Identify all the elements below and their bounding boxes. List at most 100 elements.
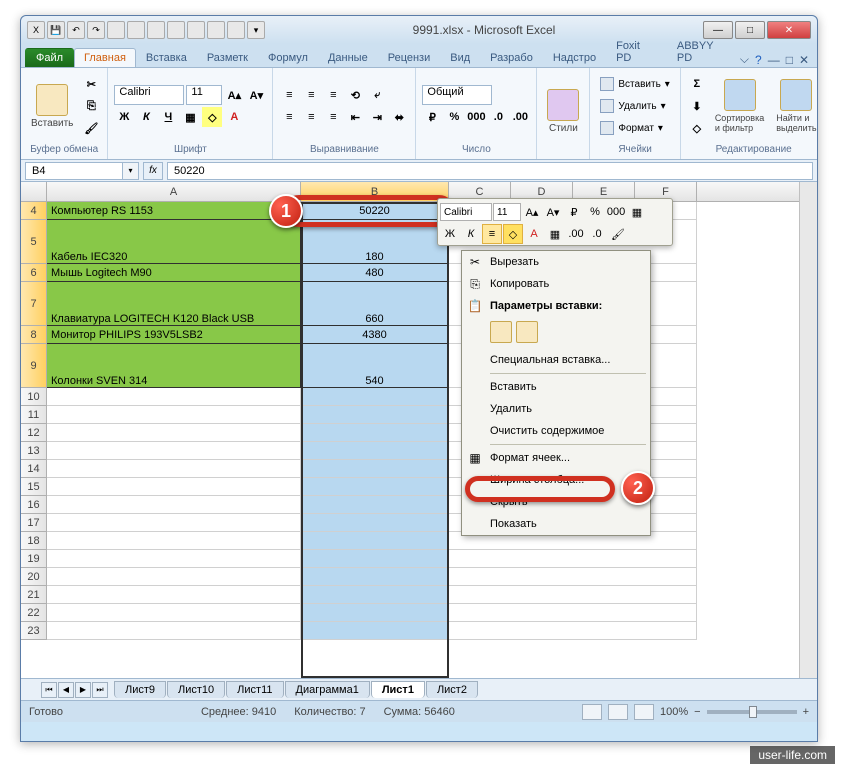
cell[interactable] bbox=[47, 622, 301, 640]
cell[interactable] bbox=[47, 442, 301, 460]
align-bottom-icon[interactable]: ≡ bbox=[323, 85, 343, 105]
align-middle-icon[interactable]: ≡ bbox=[301, 85, 321, 105]
currency-icon[interactable]: ₽ bbox=[422, 107, 442, 127]
underline-button[interactable]: Ч bbox=[158, 107, 178, 127]
zoom-slider[interactable] bbox=[707, 710, 797, 714]
fill-icon[interactable]: ⬇ bbox=[687, 96, 707, 116]
cell[interactable] bbox=[449, 604, 697, 622]
tab-layout[interactable]: Разметк bbox=[197, 48, 258, 67]
format-painter-icon[interactable]: 🖌 bbox=[81, 118, 101, 138]
ribbon-option-icon[interactable]: — bbox=[768, 53, 780, 67]
zoom-out-icon[interactable]: − bbox=[694, 706, 700, 718]
row-header[interactable]: 18 bbox=[21, 532, 47, 550]
cell[interactable] bbox=[47, 550, 301, 568]
cell[interactable] bbox=[47, 568, 301, 586]
tab-foxit[interactable]: Foxit PD bbox=[606, 36, 667, 67]
cell[interactable]: Монитор PHILIPS 193V5LSB2 bbox=[47, 326, 301, 344]
mt-align-center-icon[interactable]: ≡ bbox=[482, 224, 502, 244]
row-header[interactable]: 8 bbox=[21, 326, 47, 344]
row-header[interactable]: 11 bbox=[21, 406, 47, 424]
cell[interactable] bbox=[449, 568, 697, 586]
dec-decimal-icon[interactable]: .00 bbox=[510, 107, 530, 127]
close-button[interactable]: ✕ bbox=[767, 21, 811, 39]
row-header[interactable]: 20 bbox=[21, 568, 47, 586]
mt-inc-decimal-icon[interactable]: .0 bbox=[587, 224, 607, 244]
italic-button[interactable]: К bbox=[136, 107, 156, 127]
wrap-text-icon[interactable]: ⤶ bbox=[367, 85, 387, 105]
excel-icon[interactable]: X bbox=[27, 21, 45, 39]
cell[interactable] bbox=[47, 406, 301, 424]
mt-shrink-font-icon[interactable]: A▾ bbox=[543, 202, 563, 222]
border-button[interactable]: ▦ bbox=[180, 107, 200, 127]
mt-borders-btn[interactable]: ▦ bbox=[545, 224, 565, 244]
cell[interactable]: 480 bbox=[301, 264, 449, 282]
qat-btn[interactable] bbox=[227, 21, 245, 39]
row-header[interactable]: 7 bbox=[21, 282, 47, 326]
cell[interactable] bbox=[301, 406, 449, 424]
cell[interactable] bbox=[301, 532, 449, 550]
number-format-combo[interactable]: Общий bbox=[422, 85, 492, 105]
row-header[interactable]: 14 bbox=[21, 460, 47, 478]
cell[interactable]: Клавиатура LOGITECH K120 Black USB bbox=[47, 282, 301, 326]
row-header[interactable]: 9 bbox=[21, 344, 47, 388]
help-icon[interactable]: ? bbox=[755, 53, 762, 67]
tab-developer[interactable]: Разрабо bbox=[480, 48, 543, 67]
cell[interactable]: Кабель IEC320 bbox=[47, 220, 301, 264]
cell[interactable] bbox=[301, 460, 449, 478]
sort-filter-button[interactable]: Сортировка и фильтр bbox=[711, 77, 768, 135]
tab-prev-icon[interactable]: ◀ bbox=[58, 682, 74, 698]
name-box-dropdown-icon[interactable]: ▾ bbox=[123, 162, 139, 180]
row-header[interactable]: 13 bbox=[21, 442, 47, 460]
tab-review[interactable]: Рецензи bbox=[378, 48, 441, 67]
format-cells-button[interactable]: Формат ▾ bbox=[596, 118, 673, 138]
row-header[interactable]: 10 bbox=[21, 388, 47, 406]
cell[interactable] bbox=[301, 424, 449, 442]
align-left-icon[interactable]: ≡ bbox=[279, 107, 299, 127]
cut-icon[interactable]: ✂ bbox=[81, 74, 101, 94]
view-layout-icon[interactable] bbox=[608, 704, 628, 720]
align-right-icon[interactable]: ≡ bbox=[323, 107, 343, 127]
row-header[interactable]: 22 bbox=[21, 604, 47, 622]
row-header[interactable]: 17 bbox=[21, 514, 47, 532]
tab-home[interactable]: Главная bbox=[74, 48, 136, 67]
cm-delete[interactable]: Удалить bbox=[462, 398, 650, 420]
cm-paste-special[interactable]: Специальная вставка... bbox=[462, 349, 650, 371]
cm-clear[interactable]: Очистить содержимое bbox=[462, 420, 650, 442]
qat-undo-icon[interactable]: ↶ bbox=[67, 21, 85, 39]
cell[interactable] bbox=[47, 460, 301, 478]
tab-last-icon[interactable]: ⏭ bbox=[92, 682, 108, 698]
paste-option-2[interactable] bbox=[516, 321, 538, 343]
cell[interactable] bbox=[47, 604, 301, 622]
row-header[interactable]: 23 bbox=[21, 622, 47, 640]
cell[interactable] bbox=[449, 550, 697, 568]
qat-redo-icon[interactable]: ↷ bbox=[87, 21, 105, 39]
clear-icon[interactable]: ◇ bbox=[687, 118, 707, 138]
align-top-icon[interactable]: ≡ bbox=[279, 85, 299, 105]
sheet-tab[interactable]: Лист2 bbox=[426, 681, 478, 698]
shrink-font-icon[interactable]: A▾ bbox=[246, 85, 266, 105]
row-header[interactable]: 21 bbox=[21, 586, 47, 604]
qat-btn[interactable] bbox=[187, 21, 205, 39]
cell[interactable] bbox=[301, 496, 449, 514]
sheet-tab[interactable]: Лист9 bbox=[114, 681, 166, 698]
qat-save-icon[interactable]: 💾 bbox=[47, 21, 65, 39]
tab-next-icon[interactable]: ▶ bbox=[75, 682, 91, 698]
vertical-scrollbar[interactable] bbox=[799, 182, 817, 678]
cell[interactable] bbox=[301, 478, 449, 496]
select-all-corner[interactable] bbox=[21, 182, 47, 201]
align-center-icon[interactable]: ≡ bbox=[301, 107, 321, 127]
ribbon-close-icon[interactable]: ✕ bbox=[799, 53, 809, 67]
cell[interactable] bbox=[301, 586, 449, 604]
mt-percent-icon[interactable]: % bbox=[585, 202, 605, 222]
col-header-a[interactable]: A bbox=[47, 182, 301, 201]
font-color-button[interactable]: A bbox=[224, 107, 244, 127]
insert-cells-button[interactable]: Вставить ▾ bbox=[596, 74, 673, 94]
cell[interactable] bbox=[47, 478, 301, 496]
ribbon-option-icon[interactable]: □ bbox=[786, 53, 793, 67]
mt-grow-font-icon[interactable]: A▴ bbox=[522, 202, 542, 222]
qat-btn[interactable] bbox=[207, 21, 225, 39]
cell[interactable] bbox=[301, 568, 449, 586]
styles-button[interactable]: Стили bbox=[543, 87, 583, 136]
mt-comma-icon[interactable]: 000 bbox=[606, 202, 626, 222]
row-header[interactable]: 19 bbox=[21, 550, 47, 568]
